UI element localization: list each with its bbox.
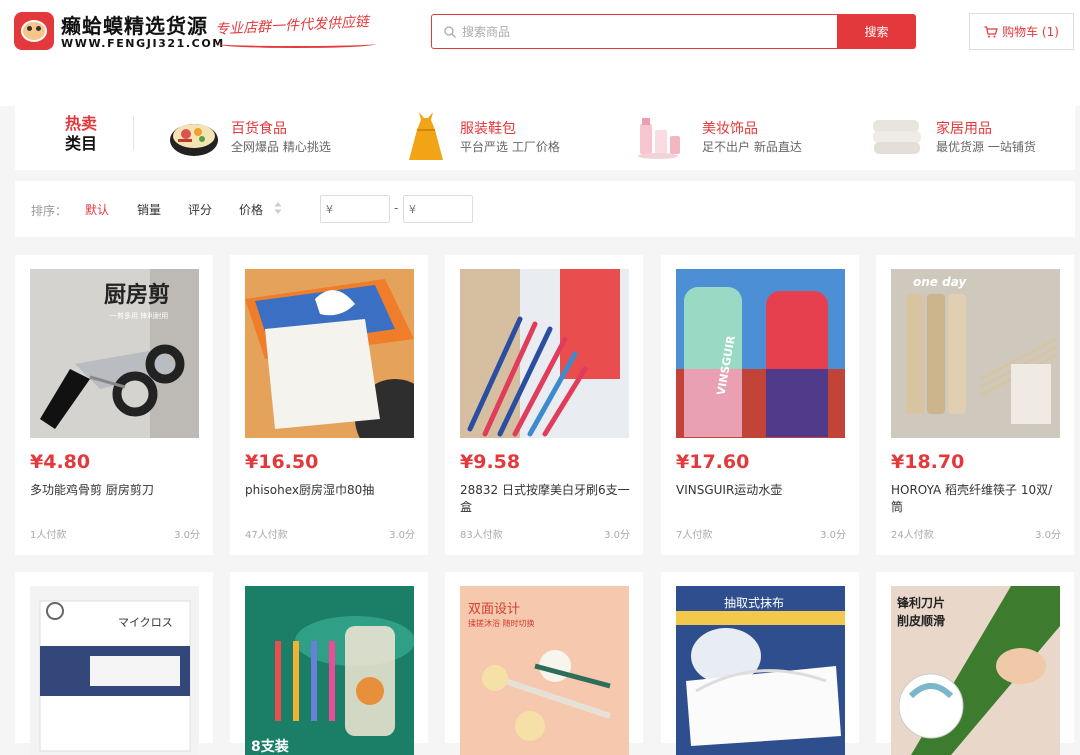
- product-sold-count: 47人付款: [245, 530, 288, 541]
- sort-option-default[interactable]: 默认: [85, 201, 109, 218]
- sort-option-sales[interactable]: 销量: [137, 201, 161, 218]
- product-image[interactable]: 双面设计 揉搓沐浴 随时切换: [460, 586, 629, 755]
- category-item-beauty[interactable]: 美妆饰品 足不出户 新品直达: [634, 110, 814, 162]
- product-card[interactable]: 8支装: [230, 572, 428, 755]
- category-subtitle: 全网爆品 精心挑选: [231, 140, 331, 154]
- product-card[interactable]: ¥9.58 28832 日式按摩美白牙刷6支一盒 83人付款 3.0分: [445, 255, 643, 555]
- category-title: 百货食品: [231, 121, 287, 137]
- search-button[interactable]: 搜索: [837, 14, 916, 49]
- product-image[interactable]: one day: [891, 269, 1060, 438]
- dress-icon: [409, 112, 443, 160]
- product-price: ¥18.70: [891, 451, 965, 473]
- hot-category-label: 热卖 类目: [64, 114, 97, 153]
- product-image[interactable]: 8支装: [245, 586, 414, 755]
- brand-domain: WWW.FENGJI321.COM: [61, 37, 225, 50]
- product-card[interactable]: one day ¥18.70 HOROYA 稻壳纤维筷子 10双/筒 24人付款…: [876, 255, 1074, 555]
- product-name[interactable]: HOROYA 稻壳纤维筷子 10双/筒: [891, 482, 1061, 516]
- product-price: ¥16.50: [245, 451, 319, 473]
- product-card[interactable]: VINSGUIR ¥17.60 VINSGUIR运动水壶 7人付款 3.0分: [661, 255, 859, 555]
- product-image[interactable]: マイクロス: [30, 586, 199, 755]
- product-name[interactable]: phisohex厨房湿巾80抽: [245, 482, 415, 499]
- search-icon: [444, 26, 456, 38]
- brand-name[interactable]: 癞蛤蟆精选货源: [61, 10, 208, 39]
- product-score: 3.0分: [1035, 530, 1061, 541]
- cart-button[interactable]: 购物车 (1): [969, 13, 1074, 50]
- product-sold-count: 24人付款: [891, 530, 934, 541]
- product-image[interactable]: 锋利刀片 削皮顺滑: [891, 586, 1060, 755]
- noodle-bowl-icon: [170, 124, 218, 156]
- sort-label: 排序：: [31, 204, 68, 218]
- header: 癞蛤蟆精选货源 WWW.FENGJI321.COM 专业店群一件代发供应链 搜索…: [0, 0, 1080, 106]
- hot-category-bar: 热卖 类目 百货食品 全网爆品 精心挑选 服装鞋包 平台严选 工厂价格 美妆饰品…: [15, 106, 1075, 170]
- sort-option-price[interactable]: 价格: [239, 201, 263, 218]
- search-box: [431, 14, 837, 49]
- product-image[interactable]: [245, 269, 414, 438]
- category-subtitle: 足不出户 新品直达: [702, 140, 802, 154]
- divider: [133, 116, 134, 150]
- product-image[interactable]: [460, 269, 629, 438]
- category-item-grocery[interactable]: 百货食品 全网爆品 精心挑选: [168, 110, 348, 162]
- product-score: 3.0分: [174, 530, 200, 541]
- category-item-apparel[interactable]: 服装鞋包 平台严选 工厂价格: [400, 110, 580, 162]
- product-sold-count: 83人付款: [460, 530, 503, 541]
- category-title: 美妆饰品: [702, 121, 758, 137]
- product-sold-count: 7人付款: [676, 530, 713, 541]
- product-card[interactable]: ¥16.50 phisohex厨房湿巾80抽 47人付款 3.0分: [230, 255, 428, 555]
- sort-option-rating[interactable]: 评分: [188, 201, 212, 218]
- product-card[interactable]: マイクロス: [15, 572, 213, 755]
- product-image[interactable]: 抽取式抹布: [676, 586, 845, 755]
- product-score: 3.0分: [389, 530, 415, 541]
- product-card[interactable]: 双面设计 揉搓沐浴 随时切换: [445, 572, 643, 755]
- product-price: ¥9.58: [460, 451, 521, 473]
- cosmetics-icon: [638, 118, 680, 159]
- brand-logo-icon[interactable]: [14, 12, 54, 50]
- product-name[interactable]: 28832 日式按摩美白牙刷6支一盒: [460, 482, 630, 516]
- product-name[interactable]: 多功能鸡骨剪 厨房剪刀: [30, 482, 200, 499]
- category-subtitle: 最优货源 一站铺货: [936, 140, 1036, 154]
- product-card[interactable]: 锋利刀片 削皮顺滑: [876, 572, 1074, 755]
- brand-slogan: 专业店群一件代发供应链: [214, 13, 370, 39]
- slogan-underline: [216, 40, 376, 48]
- product-price: ¥4.80: [30, 451, 91, 473]
- product-score: 3.0分: [820, 530, 846, 541]
- price-max-input[interactable]: [403, 195, 473, 223]
- category-title: 家居用品: [936, 121, 992, 137]
- product-image[interactable]: VINSGUIR: [676, 269, 845, 438]
- product-card[interactable]: 厨房剪 一剪多用 锋利耐用 ¥4.80 多功能鸡骨剪 厨房剪刀 1人付款 3.0…: [15, 255, 213, 555]
- search-input[interactable]: [432, 15, 837, 48]
- cart-label: 购物车 (1): [1002, 25, 1059, 39]
- category-subtitle: 平台严选 工厂价格: [460, 140, 560, 154]
- product-card[interactable]: 抽取式抹布: [661, 572, 859, 755]
- sort-arrows-icon[interactable]: [273, 200, 283, 216]
- product-price: ¥17.60: [676, 451, 750, 473]
- product-sold-count: 1人付款: [30, 530, 67, 541]
- product-score: 3.0分: [604, 530, 630, 541]
- product-image[interactable]: 厨房剪 一剪多用 锋利耐用: [30, 269, 199, 438]
- sort-bar: 排序： 默认 销量 评分 价格 -: [15, 181, 1075, 237]
- towel-icon: [873, 120, 921, 154]
- price-range-separator: -: [394, 201, 399, 215]
- category-title: 服装鞋包: [460, 121, 516, 137]
- category-item-home[interactable]: 家居用品 最优货源 一站铺货: [871, 110, 1061, 162]
- cart-icon: [984, 25, 998, 37]
- price-min-input[interactable]: [320, 195, 390, 223]
- product-name[interactable]: VINSGUIR运动水壶: [676, 482, 846, 499]
